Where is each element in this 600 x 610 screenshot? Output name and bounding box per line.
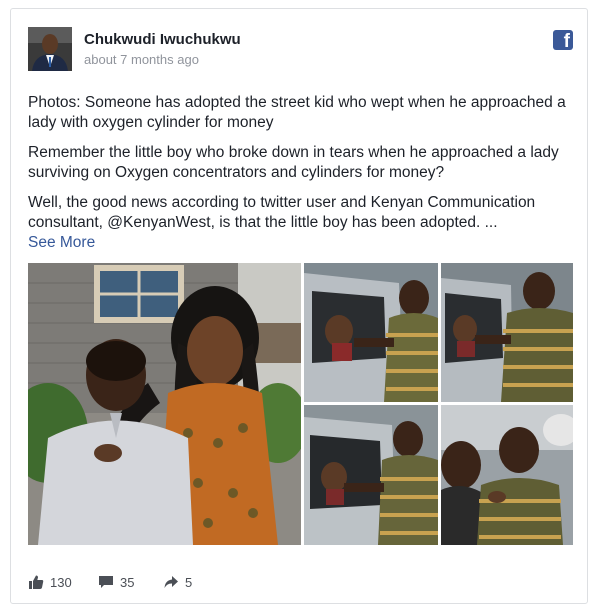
see-more-link[interactable]: See More bbox=[28, 234, 95, 251]
like-count[interactable]: 130 bbox=[28, 571, 72, 593]
photo-grid bbox=[28, 263, 573, 545]
thumbs-up-icon bbox=[29, 575, 44, 589]
post-paragraph: Well, the good news according to twitter… bbox=[28, 193, 573, 253]
post-paragraph-text: Well, the good news according to twitter… bbox=[28, 194, 536, 231]
facebook-post-card: Chukwudi Iwuchukwu about 7 months ago f … bbox=[10, 8, 588, 604]
photo-car-window-2[interactable] bbox=[441, 263, 573, 402]
share-arrow-icon bbox=[164, 576, 178, 588]
comment-count-value: 35 bbox=[120, 574, 135, 590]
facebook-icon[interactable]: f bbox=[553, 30, 573, 52]
share-count-value: 5 bbox=[185, 574, 193, 590]
photo-woman-and-boy[interactable] bbox=[28, 263, 301, 545]
post-paragraph: Remember the little boy who broke down i… bbox=[28, 144, 559, 181]
photo-car-window-1[interactable] bbox=[304, 263, 438, 402]
photo-car-window-3[interactable] bbox=[304, 405, 438, 545]
post-timestamp[interactable]: about 7 months ago bbox=[84, 52, 199, 67]
author-name[interactable]: Chukwudi Iwuchukwu bbox=[84, 31, 241, 48]
like-count-value: 130 bbox=[50, 574, 72, 590]
comment-icon bbox=[99, 576, 113, 588]
avatar[interactable] bbox=[28, 27, 72, 71]
photo-boy-crying[interactable] bbox=[441, 405, 573, 545]
comment-count[interactable]: 35 bbox=[98, 571, 134, 593]
share-count[interactable]: 5 bbox=[163, 571, 192, 593]
post-headline: Photos: Someone has adopted the street k… bbox=[28, 94, 566, 131]
